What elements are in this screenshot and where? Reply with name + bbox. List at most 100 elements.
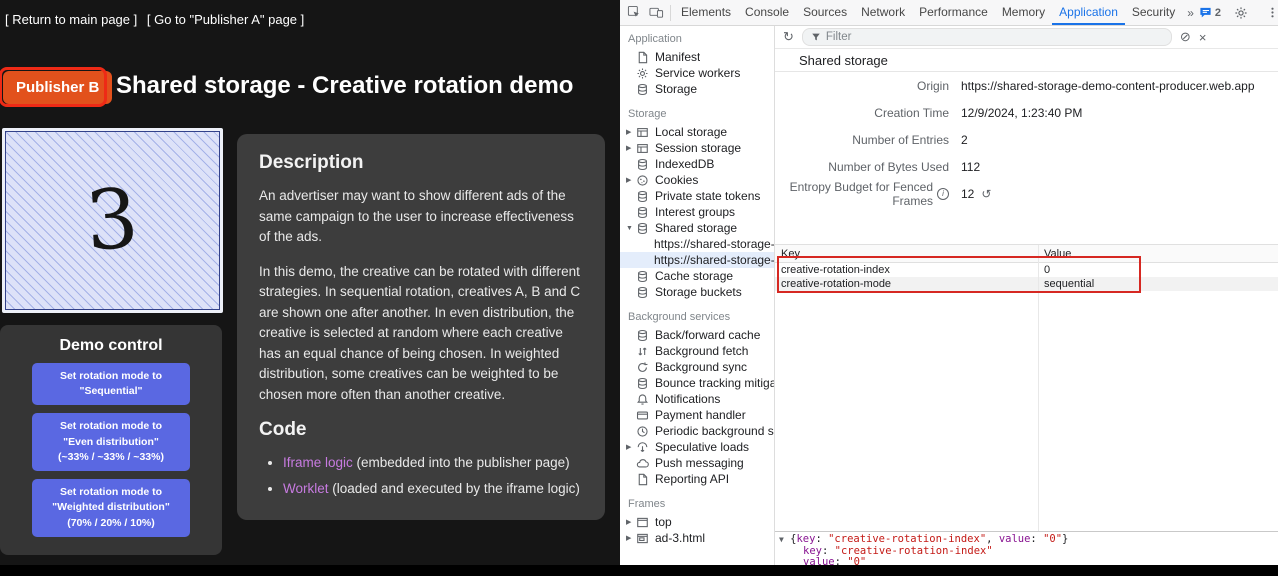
- publisher-b-button[interactable]: Publisher B: [3, 71, 112, 104]
- expand-arrow-icon[interactable]: ▶: [626, 176, 636, 184]
- expand-arrow-icon[interactable]: ▶: [626, 128, 636, 136]
- shared-storage-metadata: Originhttps://shared-storage-demo-conten…: [775, 72, 1278, 207]
- meta-row-number-of-entries: Number of Entries2: [775, 126, 1278, 153]
- sidebar-item-label: https://shared-storage-d…: [654, 253, 774, 267]
- sidebar-item-shared-storage[interactable]: ▼Shared storage: [620, 220, 774, 236]
- issues-counter[interactable]: 2: [1199, 6, 1221, 19]
- tab-application[interactable]: Application: [1052, 0, 1125, 25]
- column-header-key[interactable]: Key: [775, 248, 1038, 260]
- entry-preview-pane: ▼ {key: "creative-rotation-index", value…: [775, 531, 1278, 565]
- rotation-even-distribution-button[interactable]: Set rotation mode to "Even distribution"…: [32, 413, 190, 471]
- inspect-element-icon[interactable]: [623, 2, 645, 24]
- expand-arrow-icon[interactable]: ▶: [626, 518, 636, 526]
- sidebar-item-bounce-tracking-mitiga[interactable]: Bounce tracking mitiga…: [620, 375, 774, 391]
- sidebar-item-label: Manifest: [655, 50, 700, 64]
- cell-value: 0: [1038, 264, 1050, 276]
- tab-sources[interactable]: Sources: [796, 0, 854, 25]
- refresh-icon[interactable]: ↻: [783, 29, 794, 45]
- demo-control-title: Demo control: [0, 337, 222, 355]
- sidebar-section-title: Application: [620, 28, 774, 49]
- sidebar-item-service-workers[interactable]: Service workers: [620, 65, 774, 81]
- kebab-menu-icon[interactable]: [1261, 2, 1278, 24]
- sidebar-item-https-shared-storage-d[interactable]: https://shared-storage-d…: [620, 236, 774, 252]
- devtools-tabs: ElementsConsoleSourcesNetworkPerformance…: [674, 0, 1182, 25]
- sidebar-item-speculative-loads[interactable]: ▶ Speculative loads: [620, 439, 774, 455]
- tab-security[interactable]: Security: [1125, 0, 1182, 25]
- description-paragraph: In this demo, the creative can be rotate…: [259, 262, 583, 406]
- return-to-main-link[interactable]: [ Return to main page ]: [5, 12, 137, 27]
- collapse-arrow-icon[interactable]: ▼: [626, 225, 636, 232]
- iframe-logic-link[interactable]: Iframe logic: [283, 455, 353, 470]
- sidebar-item-label: top: [655, 515, 672, 529]
- tab-memory[interactable]: Memory: [995, 0, 1052, 25]
- database-icon: [636, 206, 650, 219]
- sidebar-item-label: Private state tokens: [655, 189, 760, 203]
- meta-value: 2: [961, 133, 968, 147]
- sidebar-item-storage-buckets[interactable]: Storage buckets: [620, 284, 774, 300]
- meta-label: Number of Entries: [775, 133, 961, 147]
- sidebar-item-label: Payment handler: [655, 408, 746, 422]
- sidebar-item-manifest[interactable]: Manifest: [620, 49, 774, 65]
- storage-items-table: Key Value creative-rotation-index0creati…: [775, 244, 1278, 531]
- tab-network[interactable]: Network: [854, 0, 912, 25]
- code-heading: Code: [259, 419, 583, 441]
- sidebar-item-reporting-api[interactable]: Reporting API: [620, 471, 774, 487]
- sidebar-item-private-state-tokens[interactable]: Private state tokens: [620, 188, 774, 204]
- rotation-weighted-distribution-button[interactable]: Set rotation mode to "Weighted distribut…: [32, 479, 190, 537]
- bell-icon: [636, 393, 650, 406]
- delete-all-icon[interactable]: ⊘: [1180, 29, 1191, 45]
- sidebar-item-notifications[interactable]: Notifications: [620, 391, 774, 407]
- info-icon[interactable]: i: [937, 188, 949, 200]
- preview-property-value: "creative-rotation-index": [835, 545, 993, 557]
- device-toolbar-icon[interactable]: [645, 2, 667, 24]
- sidebar-item-label: Bounce tracking mitiga…: [655, 376, 774, 390]
- sidebar-item-periodic-background-s[interactable]: Periodic background s…: [620, 423, 774, 439]
- database-icon: [636, 158, 650, 171]
- tab-performance[interactable]: Performance: [912, 0, 995, 25]
- filter-input[interactable]: Filter: [802, 28, 1172, 46]
- settings-gear-icon[interactable]: [1230, 2, 1252, 24]
- sidebar-item-indexeddb[interactable]: IndexedDB: [620, 156, 774, 172]
- expand-arrow-icon[interactable]: ▶: [626, 443, 636, 451]
- sidebar-item-cache-storage[interactable]: Cache storage: [620, 268, 774, 284]
- sidebar-item-label: Service workers: [655, 66, 740, 80]
- tab-console[interactable]: Console: [738, 0, 796, 25]
- sidebar-item-ad-3-html[interactable]: ▶ad-3.html: [620, 530, 774, 546]
- sidebar-section-title: Background services: [620, 306, 774, 327]
- sidebar-item-label: Speculative loads: [655, 440, 749, 454]
- table-row-creative-rotation-index[interactable]: creative-rotation-index0: [775, 263, 1278, 277]
- database-icon: [636, 377, 650, 390]
- sidebar-item-storage[interactable]: Storage: [620, 81, 774, 97]
- close-filter-icon[interactable]: ×: [1199, 30, 1207, 45]
- expand-arrow-icon[interactable]: ▶: [626, 534, 636, 542]
- file-icon: [636, 51, 650, 64]
- sidebar-item-top[interactable]: ▶ top: [620, 514, 774, 530]
- expand-arrow-icon[interactable]: ▶: [626, 144, 636, 152]
- sidebar-item-local-storage[interactable]: ▶Local storage: [620, 124, 774, 140]
- more-tabs-icon[interactable]: »: [1182, 6, 1199, 20]
- worklet-link[interactable]: Worklet: [283, 481, 329, 496]
- reset-entropy-budget-icon[interactable]: ↺: [981, 187, 991, 201]
- sidebar-item-session-storage[interactable]: ▶Session storage: [620, 140, 774, 156]
- sidebar-item-cookies[interactable]: ▶Cookies: [620, 172, 774, 188]
- fetch-icon: [636, 345, 650, 358]
- filter-funnel-icon: [811, 32, 821, 42]
- sidebar-item-interest-groups[interactable]: Interest groups: [620, 204, 774, 220]
- sidebar-item-https-shared-storage-d[interactable]: https://shared-storage-d…: [620, 252, 774, 268]
- sidebar-item-label: Cache storage: [655, 269, 733, 283]
- devtools-window: ElementsConsoleSourcesNetworkPerformance…: [620, 0, 1278, 565]
- sidebar-item-background-sync[interactable]: Background sync: [620, 359, 774, 375]
- tab-elements[interactable]: Elements: [674, 0, 738, 25]
- column-header-value[interactable]: Value: [1038, 248, 1071, 260]
- sidebar-item-push-messaging[interactable]: Push messaging: [620, 455, 774, 471]
- description-panel: Description An advertiser may want to sh…: [237, 134, 605, 520]
- sidebar-item-label: Background fetch: [655, 344, 748, 358]
- go-to-publisher-a-link[interactable]: [ Go to "Publisher A" page ]: [147, 12, 304, 27]
- sidebar-item-background-fetch[interactable]: Background fetch: [620, 343, 774, 359]
- cookie-icon: [636, 174, 650, 187]
- description-heading: Description: [259, 152, 583, 174]
- sidebar-item-payment-handler[interactable]: Payment handler: [620, 407, 774, 423]
- rotation-sequential-button[interactable]: Set rotation mode to "Sequential": [32, 363, 190, 405]
- sidebar-item-back-forward-cache[interactable]: Back/forward cache: [620, 327, 774, 343]
- table-row-creative-rotation-mode[interactable]: creative-rotation-modesequential: [775, 277, 1278, 291]
